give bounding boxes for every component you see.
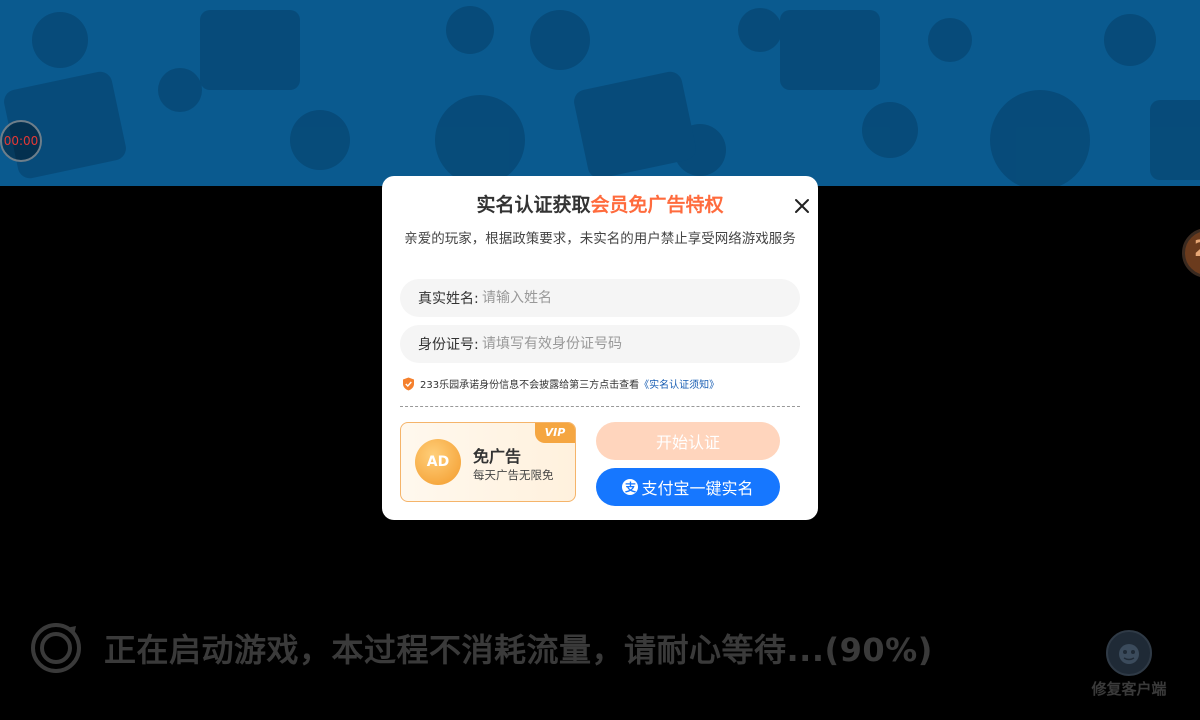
- ad-free-icon: AD: [415, 439, 461, 485]
- vip-subtitle: 每天广告无限免: [473, 468, 554, 482]
- title-prefix: 实名认证获取: [476, 194, 591, 216]
- id-number-input[interactable]: [480, 335, 774, 353]
- repair-client-button[interactable]: 修复客户端: [1084, 630, 1174, 699]
- name-input[interactable]: [480, 289, 774, 307]
- alipay-icon: 支: [622, 479, 639, 495]
- divider: [400, 406, 800, 407]
- id-label: 身份证号:: [418, 337, 479, 353]
- banner-pattern: [4, 6, 1200, 186]
- vip-no-ads-card: VIP AD 免广告 每天广告无限免: [400, 422, 576, 502]
- notice-text: 233乐园承诺身份信息不会披露给第三方点击查看: [420, 380, 640, 391]
- dialog-title: 实名认证获取会员免广告特权: [382, 190, 818, 217]
- title-highlight: 会员免广告特权: [590, 194, 724, 216]
- name-label: 真实姓名:: [418, 291, 479, 307]
- game-banner: 00:00: [0, 0, 1200, 186]
- privacy-notice: 233乐园承诺身份信息不会披露给第三方点击查看 《实名认证须知》: [402, 376, 719, 391]
- alipay-button-label: 支付宝一键实名: [641, 479, 754, 498]
- shield-icon: [403, 377, 414, 390]
- repair-label: 修复客户端: [1091, 680, 1167, 698]
- start-verification-button[interactable]: 开始认证: [596, 422, 780, 460]
- repair-icon: [1106, 630, 1152, 676]
- dialog-description: 亲爱的玩家，根据政策要求，未实名的用户禁止享受网络游戏服务: [404, 231, 796, 247]
- name-field: 真实姓名:: [400, 279, 800, 317]
- alipay-verify-button[interactable]: 支支付宝一键实名: [596, 468, 780, 506]
- loading-status: 正在启动游戏，本过程不消耗流量，请耐心等待...(90%): [30, 622, 933, 674]
- close-icon[interactable]: [790, 194, 814, 218]
- real-name-auth-dialog: 实名认证获取会员免广告特权 亲爱的玩家，根据政策要求，未实名的用户禁止享受网络游…: [382, 176, 818, 520]
- id-field: 身份证号:: [400, 325, 800, 363]
- ad-icon-text: AD: [426, 454, 450, 470]
- loading-icon: [31, 623, 81, 673]
- mascot-icon: [1119, 644, 1139, 664]
- vip-title: 免广告: [473, 447, 522, 466]
- auth-notice-link[interactable]: 《实名认证须知》: [639, 376, 719, 391]
- floating-ball-button[interactable]: [1182, 228, 1200, 278]
- video-timer: 00:00: [0, 120, 42, 162]
- loading-text: 正在启动游戏，本过程不消耗流量，请耐心等待...(90%): [104, 631, 933, 669]
- vip-badge: VIP: [535, 423, 575, 443]
